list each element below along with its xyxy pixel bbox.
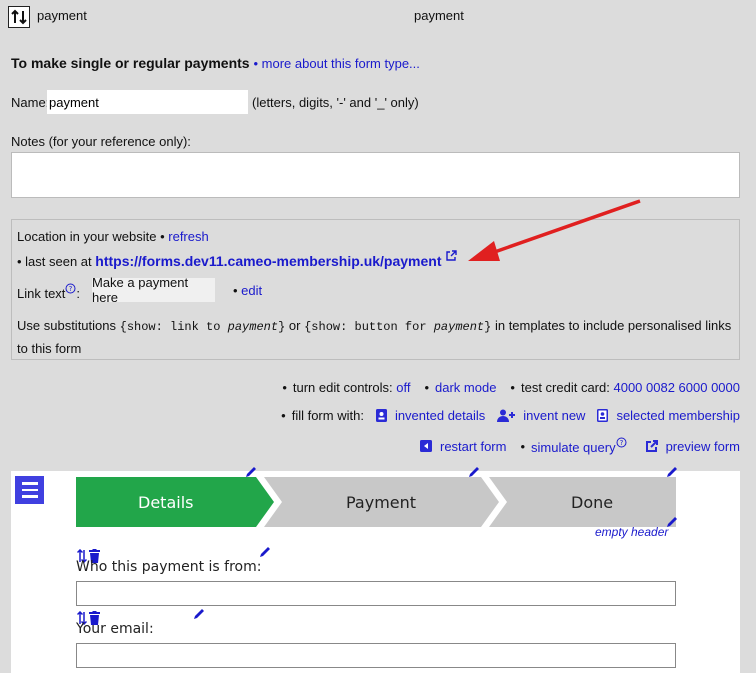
add-user-icon (497, 409, 516, 422)
form-name-title: payment (37, 8, 87, 23)
edit-controls-row: • turn edit controls: off • dark mode • … (282, 380, 740, 395)
edit-controls-off-link[interactable]: off (396, 380, 410, 395)
pencil-icon[interactable] (467, 465, 481, 479)
empty-header-label[interactable]: empty header (595, 525, 668, 539)
pencil-icon[interactable] (244, 465, 258, 479)
link-text-value: Make a payment here (92, 275, 215, 305)
simulate-query-link[interactable]: simulate query? (531, 437, 627, 455)
name-label: Name: (11, 95, 50, 110)
test-card-number[interactable]: 4000 0082 6000 0000 (613, 380, 740, 395)
selected-membership-label: selected membership (616, 408, 740, 423)
simulate-query-label: simulate query (531, 440, 616, 455)
last-seen-label: • last seen at (17, 254, 92, 269)
subst-code-link-close: } (278, 320, 286, 334)
sort-toggle-button[interactable] (8, 6, 30, 28)
subst-or: or (288, 318, 301, 333)
location-title-text: Location in your website • (17, 229, 165, 244)
fill-form-row: • fill form with: invented details inven… (281, 408, 740, 423)
external-link-icon (645, 439, 658, 452)
invented-details-label: invented details (394, 408, 486, 423)
invented-details-link[interactable]: invented details (375, 408, 486, 423)
subst-code-button-close: } (484, 320, 492, 334)
notes-label: Notes (for your reference only): (11, 134, 191, 149)
subst-code-button-prefix: {show: button for (304, 320, 434, 334)
step-done-label: Done (571, 493, 614, 512)
help-icon[interactable]: ? (65, 283, 76, 294)
membership-card-icon (597, 409, 609, 422)
location-url-link[interactable]: https://forms.dev11.cameo-membership.uk/… (95, 253, 441, 269)
selected-membership-link[interactable]: selected membership (597, 408, 740, 423)
invent-new-link[interactable]: invent new (497, 408, 585, 423)
svg-text:?: ? (619, 439, 623, 447)
subst-text-1: Use substitutions (17, 318, 116, 333)
step-details-label: Details (138, 493, 194, 512)
hamburger-menu-button[interactable] (15, 476, 44, 504)
dark-mode-link[interactable]: dark mode (435, 380, 496, 395)
email-input[interactable] (76, 643, 676, 668)
pencil-icon[interactable] (192, 607, 206, 621)
notes-textarea[interactable] (11, 152, 740, 198)
subst-code-button: {show: button for payment} (304, 320, 491, 334)
substitutions-help: Use substitutions {show: link to payment… (17, 315, 737, 359)
link-text-edit: • edit (233, 283, 263, 298)
heading-title: To make single or regular payments (11, 55, 250, 71)
pencil-icon[interactable] (665, 465, 679, 479)
subst-code-button-name: payment (433, 320, 485, 334)
preview-form-label: preview form (665, 438, 740, 454)
step-payment-label: Payment (346, 493, 417, 512)
link-text-label: Link text?: (17, 283, 80, 301)
last-seen-line: • last seen at https://forms.dev11.cameo… (17, 250, 457, 269)
pencil-icon[interactable] (665, 515, 679, 529)
edit-controls-label: turn edit controls: (292, 380, 393, 395)
form-name-center: payment (414, 8, 464, 23)
subst-code-link: {show: link to payment} (120, 320, 286, 334)
fill-form-label: fill form with: (291, 408, 364, 423)
restart-form-label: restart form (440, 438, 507, 454)
svg-text:?: ? (69, 285, 73, 293)
restart-form-link[interactable]: restart form (420, 439, 506, 454)
link-text-colon: : (76, 286, 81, 301)
restart-icon (420, 439, 432, 452)
red-arrow-annotation (468, 199, 641, 261)
name-input[interactable] (47, 90, 248, 114)
form-type-heading: To make single or regular payments • mor… (11, 55, 420, 71)
name-hint: (letters, digits, '-' and '_' only) (252, 95, 419, 110)
form-actions-row: restart form • simulate query? preview f… (420, 437, 740, 455)
sort-arrows-icon (11, 9, 27, 25)
link-text-label-text: Link text (17, 286, 66, 301)
external-link-icon[interactable] (445, 250, 457, 262)
pencil-icon[interactable] (258, 545, 272, 559)
subst-code-link-name: payment (227, 320, 279, 334)
field-label-from: Who this payment is from: (76, 559, 262, 575)
field-label-email: Your email: (76, 621, 154, 637)
refresh-link[interactable]: refresh (168, 229, 208, 244)
id-card-icon (375, 409, 387, 422)
edit-link[interactable]: edit (241, 283, 262, 298)
from-input[interactable] (76, 581, 676, 606)
help-icon: ? (616, 437, 627, 448)
subst-code-link-prefix: {show: link to (119, 320, 228, 334)
test-card-label: test credit card: (520, 380, 610, 395)
preview-form-link[interactable]: preview form (645, 439, 740, 454)
more-about-form-type-link[interactable]: • more about this form type... (254, 56, 420, 71)
location-title: Location in your website • refresh (17, 229, 209, 244)
invent-new-label: invent new (523, 408, 586, 423)
